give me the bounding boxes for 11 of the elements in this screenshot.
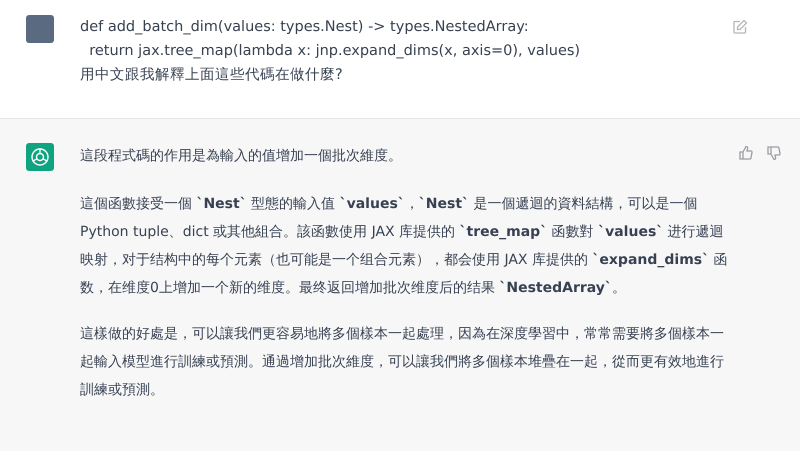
assistant-logo-icon bbox=[26, 143, 54, 171]
message-line: return jax.tree_map(lambda x: jnp.expand_dims(x, axis=0), values) bbox=[88, 42, 582, 61]
thumbs-down-icon[interactable] bbox=[766, 145, 782, 161]
response-paragraph: 這個函數接受一個 `Nest` 型態的輸入值 `values`，`Nest` 是一個遞迴的資料結構，可以是一個 Python tuple、dict 或其他組合。該函數使用 JAX 库提供的 `tree_map` 函數對 `values` 进行遞迴映射，对于结构中的每个元素（也可能是一个组合元素），都会使用 JAX 库提供的 `expand_dims` 函数，在维度0上增加一个新的维度。最终返回增加批次维度后的结果 `NestedArray`。 bbox=[80, 195, 728, 298]
message-line: def add_batch_dim(values: types.Nest) -> types.NestedArray: bbox=[80, 18, 530, 37]
edit-icon[interactable] bbox=[732, 19, 748, 35]
response-paragraph: 這樣做的好處是，可以讓我們更容易地將多個樣本一起處理，因為在深度學習中，常常需要將多個樣本一起輸入模型進行訓練或預測。通過增加批次維度，可以讓我們將多個樣本堆疊在一起，從而更有效地進行訓練或預測。 bbox=[80, 325, 725, 400]
thumbs-up-icon[interactable] bbox=[738, 145, 754, 161]
user-avatar bbox=[26, 15, 54, 43]
response-paragraph: 這段程式碼的作用是為輸入的值增加一個批次維度。 bbox=[80, 147, 403, 166]
message-line: 用中文跟我解釋上面這些代碼在做什麼? bbox=[80, 66, 344, 85]
